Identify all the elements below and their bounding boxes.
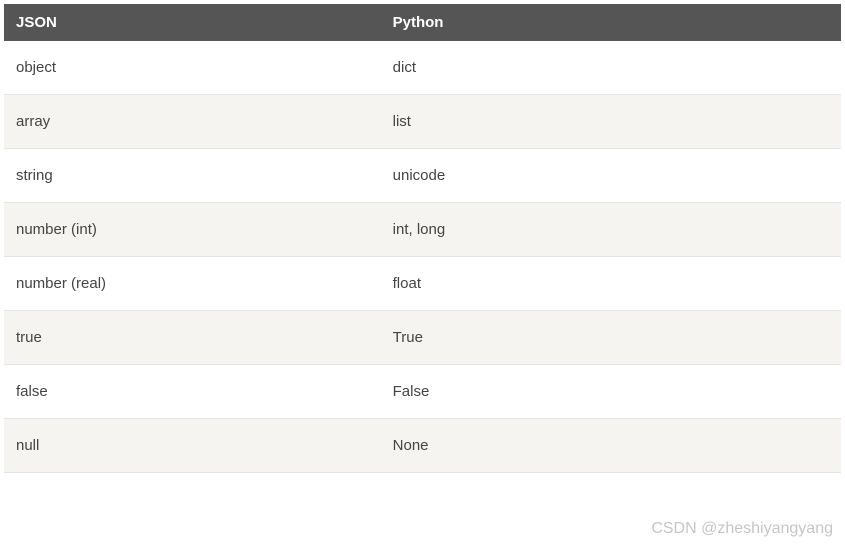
cell-json: false [4,365,381,419]
table-body: object dict array list string unicode nu… [4,41,841,473]
table-header-row: JSON Python [4,4,841,41]
cell-python: int, long [381,203,841,257]
table-row: false False [4,365,841,419]
cell-python: list [381,95,841,149]
cell-json: true [4,311,381,365]
table-row: string unicode [4,149,841,203]
table-header: JSON Python [4,4,841,41]
type-mapping-table: JSON Python object dict array list strin… [4,4,841,473]
cell-json: string [4,149,381,203]
cell-python: dict [381,41,841,95]
cell-python: False [381,365,841,419]
table-row: array list [4,95,841,149]
table-row: number (int) int, long [4,203,841,257]
cell-python: None [381,419,841,473]
cell-json: object [4,41,381,95]
cell-python: float [381,257,841,311]
table-row: number (real) float [4,257,841,311]
cell-python: unicode [381,149,841,203]
type-mapping-table-container: JSON Python object dict array list strin… [0,0,845,477]
cell-json: number (int) [4,203,381,257]
table-row: true True [4,311,841,365]
header-json: JSON [4,4,381,41]
table-row: null None [4,419,841,473]
cell-json: null [4,419,381,473]
header-python: Python [381,4,841,41]
watermark-text: CSDN @zheshiyangyang [651,520,833,538]
cell-json: array [4,95,381,149]
cell-json: number (real) [4,257,381,311]
cell-python: True [381,311,841,365]
table-row: object dict [4,41,841,95]
